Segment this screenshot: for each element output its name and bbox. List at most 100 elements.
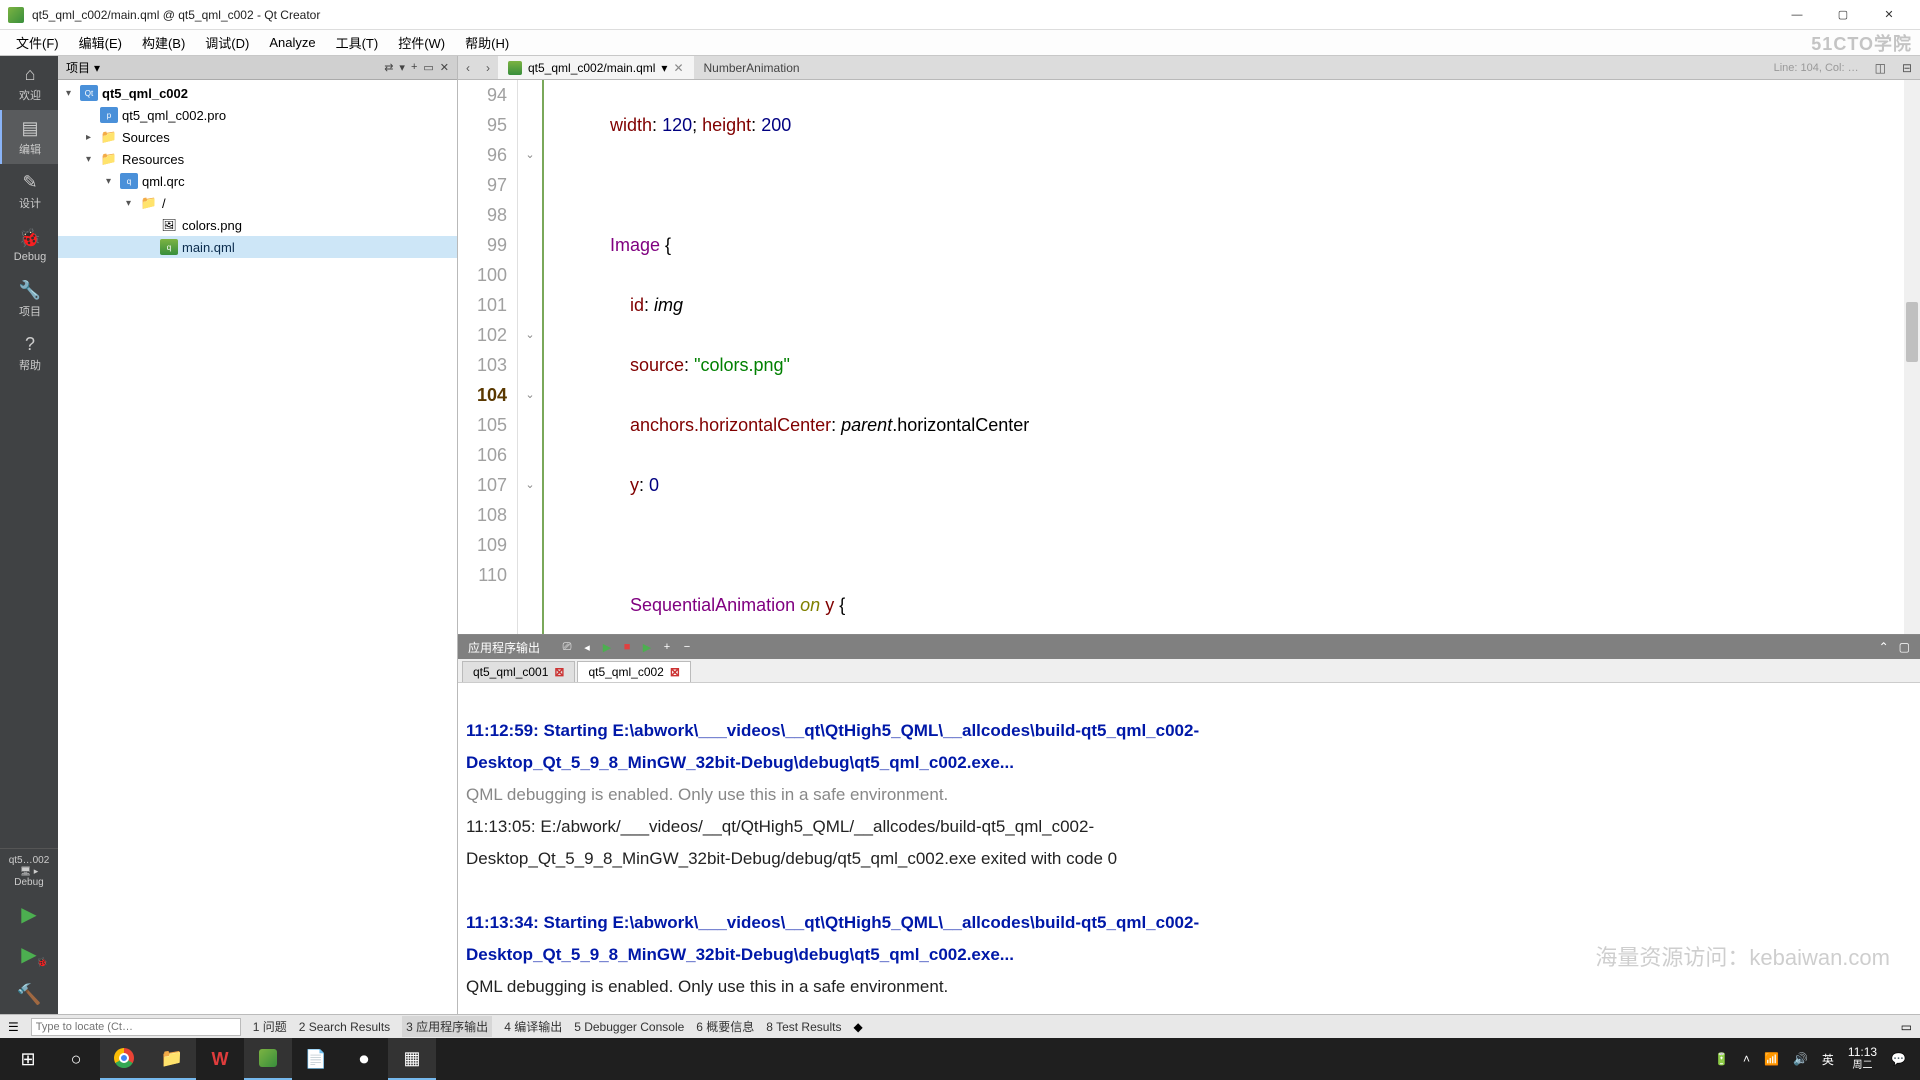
split-v-icon[interactable]: ⊟ <box>1894 61 1920 75</box>
rerun-icon[interactable]: ▶ <box>600 640 614 654</box>
tree-pro-file[interactable]: pqt5_qml_c002.pro <box>58 104 457 126</box>
tray-battery-icon[interactable]: 🔋 <box>1714 1052 1729 1066</box>
panel-debugger[interactable]: 5 Debugger Console <box>574 1020 684 1034</box>
split-icon[interactable]: ▭ <box>423 61 433 74</box>
dropdown-icon[interactable]: ▾ <box>661 61 667 75</box>
start-button[interactable]: ⊞ <box>4 1038 52 1080</box>
dropdown-icon[interactable]: ▾ <box>94 61 100 75</box>
tab-close-icon[interactable]: ⊠ <box>670 665 680 679</box>
symbol-crumb[interactable]: NumberAnimation <box>694 61 810 75</box>
panel-compile[interactable]: 4 编译输出 <box>504 1018 562 1035</box>
tray-wifi-icon[interactable]: 📶 <box>1764 1052 1779 1066</box>
explorer-button[interactable]: 📁 <box>148 1038 196 1080</box>
run-debug-button[interactable]: ▶🐞 <box>0 934 58 974</box>
build-button[interactable]: 🔨 <box>0 974 58 1014</box>
mode-welcome[interactable]: ⌂欢迎 <box>0 56 58 110</box>
project-header: 项目 ▾ ⇄ ▾ + ▭ ✕ <box>58 56 457 80</box>
add-icon[interactable]: + <box>660 640 674 654</box>
menu-edit[interactable]: 编辑(E) <box>69 30 132 55</box>
obs-button[interactable]: ⏺ <box>340 1038 388 1080</box>
fold-column[interactable]: ⌄⌄⌄⌄ <box>518 80 544 634</box>
line-gutter: 94 95 96 97 98 99 100 101 102 103 104 10… <box>458 80 518 634</box>
tree-sources[interactable]: ▸Sources <box>58 126 457 148</box>
remove-icon[interactable]: − <box>680 640 694 654</box>
progress-icon[interactable]: ▭ <box>1901 1020 1912 1034</box>
mode-help[interactable]: ?帮助 <box>0 326 58 380</box>
tree-colors-png[interactable]: colors.png <box>58 214 457 236</box>
code-content[interactable]: width: 120; height: 200 Image { id: img … <box>544 80 1920 634</box>
run-button[interactable]: ▶ <box>0 894 58 934</box>
panel-search[interactable]: 2 Search Results <box>299 1020 390 1034</box>
wrench-icon: 🔧 <box>19 280 41 301</box>
project-tree[interactable]: ▾Qtqt5_qml_c002 pqt5_qml_c002.pro ▸Sourc… <box>58 80 457 1014</box>
nav-fwd-icon[interactable]: › <box>478 61 498 75</box>
menu-debug[interactable]: 调试(D) <box>195 30 259 55</box>
mode-design[interactable]: ✎设计 <box>0 164 58 218</box>
filter-icon[interactable]: ⎚ <box>560 640 574 654</box>
menu-analyze[interactable]: Analyze <box>259 32 325 53</box>
more-icon[interactable]: ◆ <box>853 1020 862 1034</box>
open-file-tab[interactable]: qt5_qml_c002/main.qml ▾ ✕ <box>498 56 694 79</box>
menu-tools[interactable]: 工具(T) <box>326 30 389 55</box>
close-button[interactable]: ✕ <box>1866 0 1912 30</box>
panel-app-output[interactable]: 3 应用程序输出 <box>402 1016 492 1037</box>
cortana-button[interactable]: ○ <box>52 1038 100 1080</box>
tab-close-icon[interactable]: ✕ <box>673 61 683 75</box>
maximize-button[interactable]: ▢ <box>1820 0 1866 30</box>
mode-projects[interactable]: 🔧项目 <box>0 272 58 326</box>
menu-file[interactable]: 文件(F) <box>6 30 69 55</box>
sync-icon[interactable]: ⇄ <box>384 61 393 74</box>
qtcreator-button[interactable] <box>244 1038 292 1080</box>
panel-tests[interactable]: 8 Test Results <box>766 1020 841 1034</box>
output-header: 应用程序输出 ⎚ ◂ ▶ ■ ▶ + − ⌃ ▢ <box>458 635 1920 659</box>
menu-help[interactable]: 帮助(H) <box>455 30 519 55</box>
prev-icon[interactable]: ◂ <box>580 640 594 654</box>
chrome-button[interactable] <box>100 1038 148 1080</box>
minimize-button[interactable]: — <box>1774 0 1820 30</box>
menu-widgets[interactable]: 控件(W) <box>388 30 455 55</box>
tab-close-icon[interactable]: ⊠ <box>554 665 564 679</box>
panel-general[interactable]: 6 概要信息 <box>696 1018 754 1035</box>
add-icon[interactable]: + <box>411 61 417 74</box>
mode-edit[interactable]: ▤编辑 <box>0 110 58 164</box>
output-console[interactable]: 11:12:59: Starting E:\abwork\___videos\_… <box>458 683 1920 1014</box>
output-tabs: qt5_qml_c001⊠ qt5_qml_c002⊠ <box>458 659 1920 683</box>
tree-qrc[interactable]: ▾qqml.qrc <box>58 170 457 192</box>
nav-back-icon[interactable]: ‹ <box>458 61 478 75</box>
taskbar: ⊞ ○ 📁 W 📄 ⏺ ▦ 🔋 ˄ 📶 🔊 英 11:13 周二 💬 <box>0 1038 1920 1080</box>
collapse-icon[interactable]: ⌃ <box>1879 640 1889 654</box>
tray-up-icon[interactable]: ˄ <box>1743 1052 1750 1066</box>
tray-ime[interactable]: 英 <box>1822 1051 1834 1068</box>
tray-notifications-icon[interactable]: 💬 <box>1891 1052 1906 1066</box>
tree-slash[interactable]: ▾/ <box>58 192 457 214</box>
filter-icon[interactable]: ▾ <box>399 61 405 74</box>
menu-build[interactable]: 构建(B) <box>132 30 195 55</box>
tree-main-qml[interactable]: qmain.qml <box>58 236 457 258</box>
output-tab-2[interactable]: qt5_qml_c002⊠ <box>577 661 690 682</box>
app-window-button[interactable]: ▦ <box>388 1038 436 1080</box>
locator-input[interactable] <box>31 1018 241 1036</box>
wps-button[interactable]: W <box>196 1038 244 1080</box>
app-icon <box>8 7 24 23</box>
panel-issues[interactable]: 1 问题 <box>253 1018 287 1035</box>
mode-debug[interactable]: 🐞Debug <box>0 218 58 272</box>
attach-icon[interactable]: ▶ <box>640 640 654 654</box>
statusbar: ☰ 1 问题 2 Search Results 3 应用程序输出 4 编译输出 … <box>0 1014 1920 1038</box>
editor-scrollbar[interactable] <box>1904 80 1920 634</box>
tray-volume-icon[interactable]: 🔊 <box>1793 1052 1808 1066</box>
notepad-button[interactable]: 📄 <box>292 1038 340 1080</box>
close-output-icon[interactable]: ▢ <box>1899 640 1910 654</box>
edit-icon: ▤ <box>21 118 38 139</box>
split-h-icon[interactable]: ◫ <box>1867 61 1894 75</box>
output-tab-1[interactable]: qt5_qml_c001⊠ <box>462 661 575 682</box>
tree-resources[interactable]: ▾Resources <box>58 148 457 170</box>
code-editor[interactable]: 94 95 96 97 98 99 100 101 102 103 104 10… <box>458 80 1920 634</box>
tray-clock[interactable]: 11:13 周二 <box>1848 1045 1877 1073</box>
cursor-info: Line: 104, Col: … <box>1766 62 1867 74</box>
tree-project-root[interactable]: ▾Qtqt5_qml_c002 <box>58 82 457 104</box>
close-pane-icon[interactable]: ✕ <box>440 61 449 74</box>
locator-icon[interactable]: ☰ <box>8 1020 19 1034</box>
kit-selector[interactable]: qt5…002 🖥 ▸ Debug <box>0 848 58 894</box>
design-icon: ✎ <box>22 172 37 193</box>
stop-icon[interactable]: ■ <box>620 640 634 654</box>
